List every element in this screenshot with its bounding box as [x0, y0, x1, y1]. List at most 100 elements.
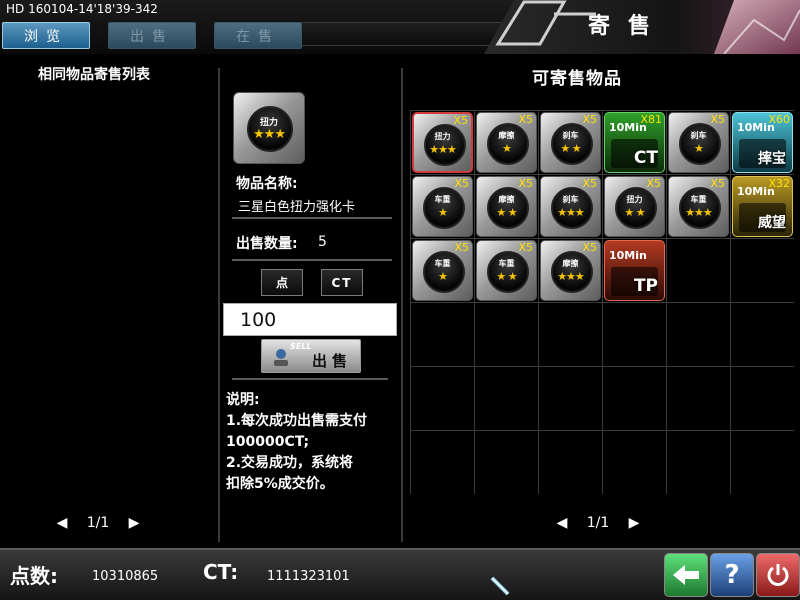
page-title: 寄售 — [588, 14, 669, 39]
sell-quantity-value[interactable]: 5 — [318, 234, 327, 250]
item-name: 摔宝 — [758, 151, 786, 167]
right-page-indicator: 1/1 — [586, 515, 610, 531]
part-card-icon: 车重 ★ X5 — [412, 240, 473, 301]
item-quantity: X5 — [582, 113, 597, 126]
item-stars: ★ ★ — [560, 142, 581, 155]
inventory-slot[interactable]: 车重 ★★★ X5 — [667, 175, 730, 238]
inventory-slot[interactable] — [667, 239, 730, 302]
item-stars: ★★★ — [429, 143, 457, 156]
inventory-slot[interactable]: 摩擦 ★★★ X5 — [539, 239, 602, 302]
inventory-slot[interactable]: 10Min 威望 X32 — [731, 175, 794, 238]
inventory-slot[interactable]: 车重 ★ X5 — [411, 175, 474, 238]
exit-button[interactable] — [756, 553, 800, 597]
item-name: 车重 — [690, 195, 707, 204]
divider — [401, 68, 403, 542]
part-card-icon: 刹车 ★ X5 — [668, 112, 729, 173]
inventory-slot[interactable]: 摩擦 ★ ★ X5 — [475, 175, 538, 238]
inventory-slot[interactable]: 车重 ★ ★ X5 — [475, 239, 538, 302]
prev-page-icon[interactable]: ◀ — [554, 515, 570, 531]
inventory-slot[interactable] — [731, 367, 794, 430]
item-quantity: X5 — [518, 177, 533, 190]
item-name: 摩擦 — [498, 195, 515, 204]
inventory-slot[interactable]: 10Min TP — [603, 239, 666, 302]
inventory-slot[interactable] — [475, 367, 538, 430]
booster-card-icon: 10Min TP — [604, 240, 665, 301]
inventory-slot[interactable] — [539, 367, 602, 430]
item-name: CT — [633, 148, 658, 168]
price-input[interactable] — [223, 303, 397, 336]
item-stars: ★★★ — [557, 206, 585, 219]
inventory-slot[interactable]: 扭力 ★ ★ X5 — [603, 175, 666, 238]
ct-value: 1111323101 — [267, 569, 350, 584]
item-quantity: X5 — [453, 114, 468, 127]
item-name: 刹车 — [562, 195, 579, 204]
build-label: HD 160104-14'18'39-342 — [6, 2, 158, 16]
back-arrow-icon — [665, 554, 707, 596]
inventory-slot[interactable]: 摩擦 ★ X5 — [475, 111, 538, 174]
inventory-slot[interactable]: 刹车 ★ X5 — [667, 111, 730, 174]
part-card-icon: 刹车 ★ ★ X5 — [540, 112, 601, 173]
item-stars: ★ — [502, 142, 512, 155]
inventory-slot[interactable]: 扭力 ★★★ X5 — [411, 111, 474, 174]
tab-browse[interactable]: 浏览 — [2, 22, 90, 49]
inventory-slot[interactable] — [411, 303, 474, 366]
back-button[interactable] — [664, 553, 708, 597]
item-name-value: 三星白色扭力强化卡 — [238, 200, 356, 215]
item-quantity: X5 — [454, 177, 469, 190]
header-bar — [302, 22, 502, 46]
inventory-slot[interactable]: 刹车 ★ ★ X5 — [539, 111, 602, 174]
inventory-slot[interactable]: 车重 ★ X5 — [411, 239, 474, 302]
cursor-icon — [490, 576, 510, 596]
left-pager: ◀ 1/1 ▶ — [54, 512, 142, 534]
item-duration: 10Min — [609, 249, 647, 262]
item-quantity: X81 — [640, 113, 662, 126]
inventory-slot[interactable] — [411, 367, 474, 430]
part-card-icon: 车重 ★ X5 — [412, 176, 473, 237]
item-stars: ★ — [438, 206, 448, 219]
inventory-slot[interactable] — [603, 303, 666, 366]
inventory-slot[interactable] — [667, 303, 730, 366]
sellable-items-grid: 扭力 ★★★ X5 摩擦 ★ X5 刹车 ★ ★ X5 10Min CT X81 刹车 ★ X5 10Min 摔… — [410, 110, 794, 494]
inventory-slot[interactable] — [539, 431, 602, 494]
currency-point-button[interactable]: 点 — [261, 269, 303, 296]
item-quantity: X5 — [710, 113, 725, 126]
item-stars: ★ ★ — [624, 206, 645, 219]
points-label: 点数: — [10, 564, 58, 588]
item-stars: ★★★ — [557, 270, 585, 283]
inventory-slot[interactable] — [603, 431, 666, 494]
inventory-slot[interactable] — [603, 367, 666, 430]
help-icon: ? — [724, 560, 740, 590]
inventory-slot[interactable]: 刹车 ★★★ X5 — [539, 175, 602, 238]
inventory-slot[interactable] — [667, 367, 730, 430]
tab-on-sale[interactable]: 在售 — [214, 22, 302, 49]
inventory-slot[interactable] — [475, 431, 538, 494]
inventory-slot[interactable] — [539, 303, 602, 366]
sell-button[interactable]: SELL 出售 — [261, 339, 361, 373]
inventory-slot[interactable] — [667, 431, 730, 494]
inventory-slot[interactable] — [475, 303, 538, 366]
inventory-slot[interactable]: 10Min CT X81 — [603, 111, 666, 174]
booster-card-icon: 10Min 摔宝 X60 — [732, 112, 793, 173]
next-page-icon[interactable]: ▶ — [126, 515, 142, 531]
inventory-slot[interactable] — [731, 239, 794, 302]
left-page-indicator: 1/1 — [86, 515, 110, 531]
inventory-slot[interactable] — [731, 303, 794, 366]
prev-page-icon[interactable]: ◀ — [54, 515, 70, 531]
part-card-icon: 扭力 ★ ★ X5 — [604, 176, 665, 237]
item-name: TP — [633, 276, 658, 296]
item-quantity: X5 — [518, 241, 533, 254]
inventory-slot[interactable] — [411, 431, 474, 494]
inventory-slot[interactable]: 10Min 摔宝 X60 — [731, 111, 794, 174]
part-card-icon: 扭力 ★★★ X5 — [412, 112, 473, 173]
next-page-icon[interactable]: ▶ — [626, 515, 642, 531]
item-quantity: X5 — [582, 177, 597, 190]
inventory-slot[interactable] — [731, 431, 794, 494]
help-button[interactable]: ? — [710, 553, 754, 597]
item-stars: ★ ★ — [496, 270, 517, 283]
currency-ct-button[interactable]: CT — [321, 269, 363, 296]
item-quantity: X5 — [710, 177, 725, 190]
tab-sell[interactable]: 出售 — [108, 22, 196, 49]
sell-quantity-label: 出售数量: — [236, 236, 298, 252]
item-name: 摩擦 — [498, 131, 515, 140]
item-quantity: X5 — [582, 241, 597, 254]
